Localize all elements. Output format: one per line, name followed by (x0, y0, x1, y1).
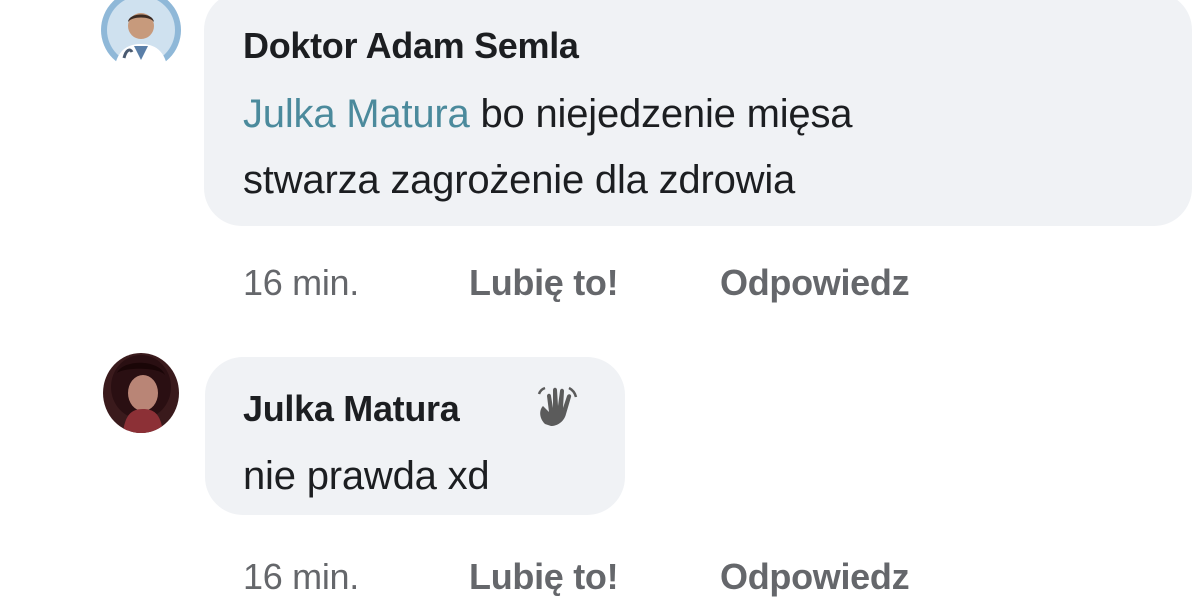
comment-author[interactable]: Julka Matura (243, 388, 460, 430)
comment-meta: 16 min. (243, 556, 359, 598)
like-button[interactable]: Lubię to! (469, 556, 619, 598)
avatar[interactable] (103, 353, 179, 433)
reply-button[interactable]: Odpowiedz (720, 262, 910, 304)
mention-link[interactable]: Julka Matura (243, 92, 470, 136)
comment-text: nie prawda xd (243, 454, 490, 498)
comment-text-line2: stwarza zagrożenie dla zdrowia (243, 158, 796, 202)
comment-text: Julka Matura bo niejedzenie mięsa (243, 82, 853, 146)
comment-author[interactable]: Doktor Adam Semla (243, 25, 579, 67)
comment-meta: 16 min. (243, 262, 359, 304)
doctor-avatar-icon (101, 0, 181, 72)
avatar[interactable] (100, 0, 182, 72)
waving-hand-icon (535, 384, 579, 431)
comment-time: 16 min. (243, 262, 359, 303)
user-avatar-icon (103, 353, 179, 433)
comment-time: 16 min. (243, 556, 359, 597)
like-button[interactable]: Lubię to! (469, 262, 619, 304)
comment-text-line1: bo niejedzenie mięsa (469, 92, 853, 136)
reply-button[interactable]: Odpowiedz (720, 556, 910, 598)
